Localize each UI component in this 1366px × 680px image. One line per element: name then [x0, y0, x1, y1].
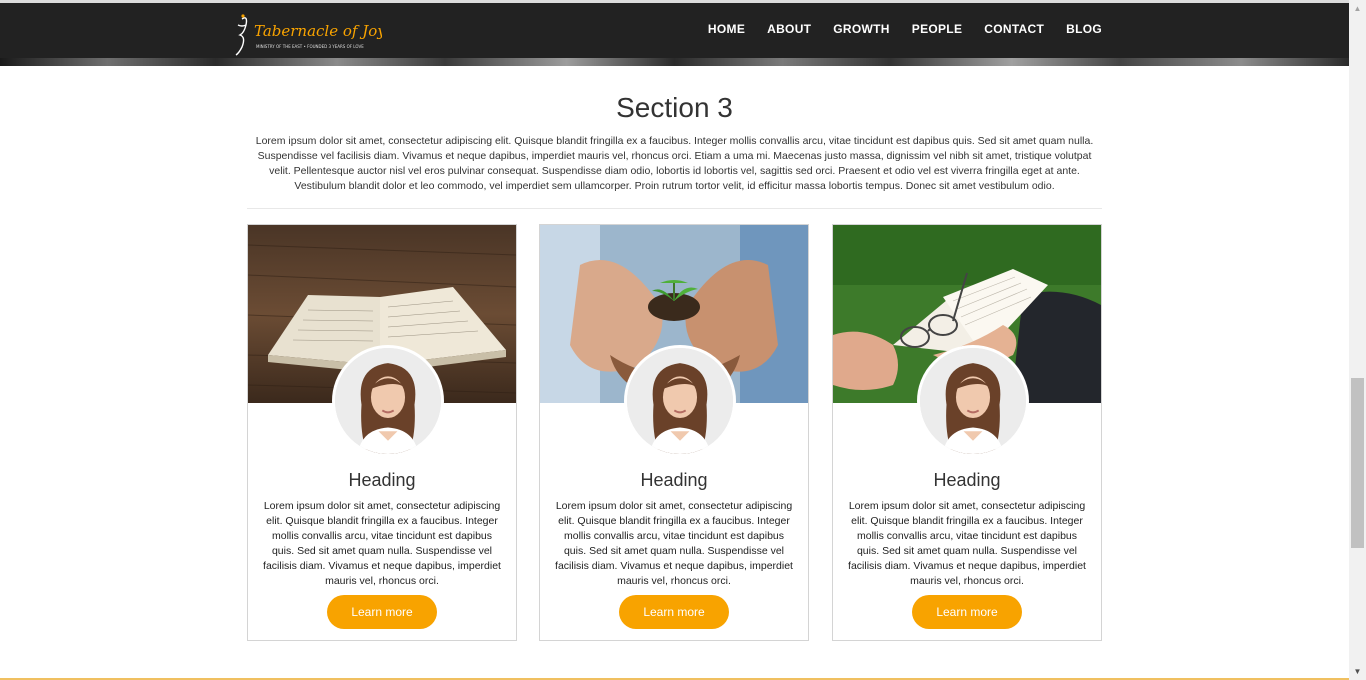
nav-growth[interactable]: GROWTH	[833, 22, 889, 36]
card-text: Lorem ipsum dolor sit amet, consectetur …	[848, 500, 1086, 587]
learn-more-button[interactable]: Learn more	[619, 595, 729, 629]
feature-card: Heading Lorem ipsum dolor sit amet, cons…	[247, 224, 517, 641]
top-navbar: Tabernacle of Joy MINISTRY OF THE EAST •…	[0, 0, 1349, 60]
card-heading: Heading	[933, 470, 1001, 490]
hero-image-strip	[0, 58, 1349, 66]
learn-more-button[interactable]: Learn more	[327, 595, 437, 629]
feature-card: Heading Lorem ipsum dolor sit amet, cons…	[539, 224, 809, 641]
scroll-down-arrow-icon[interactable]: ▼	[1349, 663, 1366, 680]
card-heading: Heading	[348, 470, 416, 490]
nav-people[interactable]: PEOPLE	[912, 22, 962, 36]
page-scrollbar[interactable]: ▲ ▼	[1349, 0, 1366, 680]
avatar	[917, 345, 1029, 457]
site-logo[interactable]: Tabernacle of Joy MINISTRY OF THE EAST •…	[232, 11, 382, 57]
scrollbar-thumb[interactable]	[1351, 378, 1364, 548]
main-nav: HOME ABOUT GROWTH PEOPLE CONTACT BLOG	[708, 22, 1102, 36]
avatar	[624, 345, 736, 457]
card-text: Lorem ipsum dolor sit amet, consectetur …	[263, 500, 501, 587]
section-divider	[247, 208, 1102, 209]
nav-blog[interactable]: BLOG	[1066, 22, 1102, 36]
section-intro: Lorem ipsum dolor sit amet, consectetur …	[255, 135, 1094, 192]
feature-card: Heading Lorem ipsum dolor sit amet, cons…	[832, 224, 1102, 641]
svg-text:MINISTRY OF THE EAST • FOUNDED: MINISTRY OF THE EAST • FOUNDED 3 YEARS O…	[256, 44, 364, 49]
nav-contact[interactable]: CONTACT	[984, 22, 1044, 36]
nav-home[interactable]: HOME	[708, 22, 745, 36]
card-text: Lorem ipsum dolor sit amet, consectetur …	[555, 500, 793, 587]
card-heading: Heading	[640, 470, 708, 490]
svg-text:Tabernacle of Joy: Tabernacle of Joy	[254, 22, 382, 40]
learn-more-button[interactable]: Learn more	[912, 595, 1022, 629]
section-title: Section 3	[616, 92, 733, 123]
avatar	[332, 345, 444, 457]
scroll-up-arrow-icon[interactable]: ▲	[1349, 0, 1366, 17]
nav-about[interactable]: ABOUT	[767, 22, 811, 36]
